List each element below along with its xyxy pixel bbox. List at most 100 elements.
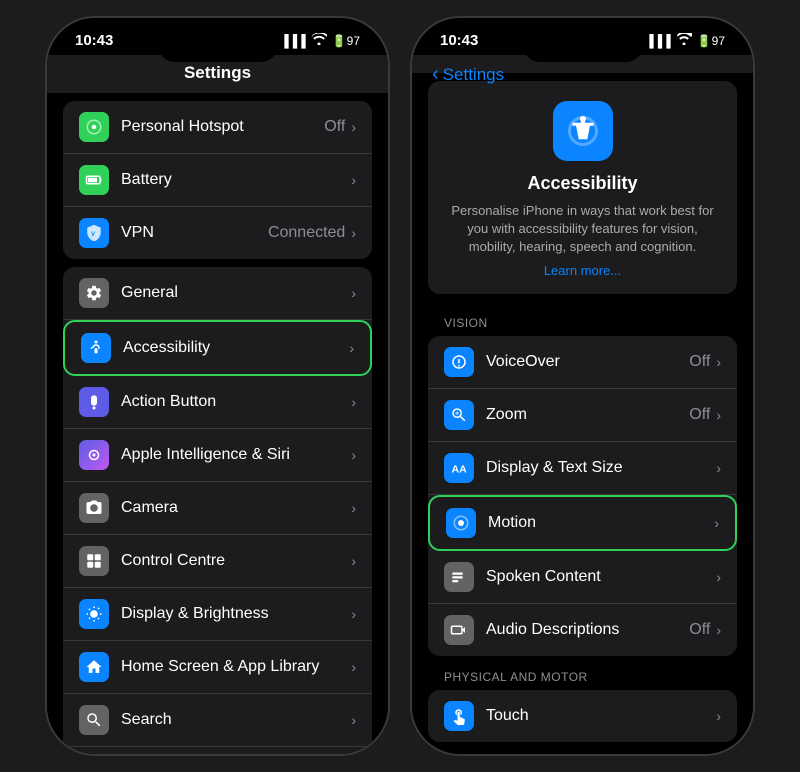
search-icon [79, 705, 109, 735]
display-text-size-chevron: › [716, 460, 721, 476]
back-chevron-icon: ‹ [432, 63, 439, 86]
home-screen-chevron: › [351, 659, 356, 675]
vpn-value: Connected [268, 224, 345, 242]
vpn-label: VPN [121, 224, 268, 242]
general-row[interactable]: General › [63, 267, 372, 320]
wifi-icon [311, 33, 327, 48]
action-button-label: Action Button [121, 393, 351, 411]
personal-hotspot-chevron: › [351, 119, 356, 135]
search-row[interactable]: Search › [63, 694, 372, 747]
general-chevron: › [351, 285, 356, 301]
personal-hotspot-row[interactable]: Personal Hotspot Off › [63, 101, 372, 154]
back-button[interactable]: ‹ Settings [432, 63, 504, 86]
scroll-content-right: Accessibility Personalise iPhone in ways… [412, 73, 753, 754]
audio-descriptions-value: Off [689, 621, 710, 639]
motion-row[interactable]: Motion › [428, 495, 737, 551]
camera-chevron: › [351, 500, 356, 516]
camera-row[interactable]: Camera › [63, 482, 372, 535]
control-centre-label: Control Centre [121, 552, 351, 570]
siri-row[interactable]: Apple Intelligence & Siri › [63, 429, 372, 482]
audio-descriptions-icon [444, 615, 474, 645]
camera-icon [79, 493, 109, 523]
touch-label: Touch [486, 707, 716, 725]
camera-label: Camera [121, 499, 351, 517]
accessibility-row[interactable]: Accessibility › [63, 320, 372, 376]
accessibility-description: Personalise iPhone in ways that work bes… [444, 202, 721, 257]
control-centre-row[interactable]: Control Centre › [63, 535, 372, 588]
main-settings-group: General › Accessibility › Action Button … [63, 267, 372, 754]
zoom-row[interactable]: Zoom Off › [428, 389, 737, 442]
svg-text:V: V [91, 232, 95, 238]
control-centre-chevron: › [351, 553, 356, 569]
dynamic-island-right [523, 28, 643, 62]
general-label: General [121, 284, 351, 302]
display-brightness-chevron: › [351, 606, 356, 622]
siri-label: Apple Intelligence & Siri [121, 446, 351, 464]
phone-right: 10:43 ▐▐▐ 🔋97 ‹ Settings [410, 16, 755, 756]
standby-row[interactable]: StandBy › [63, 747, 372, 754]
accessibility-page-title: Accessibility [527, 173, 637, 194]
status-icons-left: ▐▐▐ 🔋97 [280, 33, 360, 48]
home-screen-row[interactable]: Home Screen & App Library › [63, 641, 372, 694]
voiceover-row[interactable]: VoiceOver Off › [428, 336, 737, 389]
home-screen-label: Home Screen & App Library [121, 658, 351, 676]
accessibility-learn-more[interactable]: Learn more... [544, 263, 621, 278]
voiceover-chevron: › [716, 354, 721, 370]
status-icons-right: ▐▐▐ 🔋97 [645, 33, 725, 48]
status-time-right: 10:43 [440, 32, 478, 49]
home-screen-icon [79, 652, 109, 682]
siri-chevron: › [351, 447, 356, 463]
zoom-value: Off [689, 406, 710, 424]
scroll-content-left: Personal Hotspot Off › Battery › V VPN C… [47, 93, 388, 754]
display-text-size-row[interactable]: AA Display & Text Size › [428, 442, 737, 495]
zoom-icon [444, 400, 474, 430]
spoken-content-label: Spoken Content [486, 568, 716, 586]
search-chevron: › [351, 712, 356, 728]
action-button-row[interactable]: Action Button › [63, 376, 372, 429]
accessibility-header-card: Accessibility Personalise iPhone in ways… [428, 81, 737, 294]
vision-settings-group: VoiceOver Off › Zoom Off › AA Display & … [428, 336, 737, 656]
wifi-icon-right [676, 33, 692, 48]
battery-icon: 🔋97 [332, 34, 360, 48]
vpn-row[interactable]: V VPN Connected › [63, 207, 372, 259]
phone-left: 10:43 ▐▐▐ 🔋97 Settings Personal Hotspot … [45, 16, 390, 756]
signal-icon-right: ▐▐▐ [645, 34, 671, 48]
accessibility-icon [81, 333, 111, 363]
dynamic-island [158, 28, 278, 62]
status-time-left: 10:43 [75, 32, 113, 49]
personal-hotspot-value: Off [324, 118, 345, 136]
voiceover-value: Off [689, 353, 710, 371]
personal-hotspot-label: Personal Hotspot [121, 118, 324, 136]
general-icon [79, 278, 109, 308]
motion-label: Motion [488, 514, 714, 532]
accessibility-chevron: › [349, 340, 354, 356]
audio-descriptions-chevron: › [716, 622, 721, 638]
back-label[interactable]: Settings [443, 65, 504, 85]
accessibility-large-icon [553, 101, 613, 161]
display-brightness-icon [79, 599, 109, 629]
battery-row[interactable]: Battery › [63, 154, 372, 207]
display-brightness-row[interactable]: Display & Brightness › [63, 588, 372, 641]
display-text-size-label: Display & Text Size [486, 459, 716, 477]
touch-icon [444, 701, 474, 731]
zoom-chevron: › [716, 407, 721, 423]
search-label: Search [121, 711, 351, 729]
touch-row[interactable]: Touch › [428, 690, 737, 742]
battery-chevron: › [351, 172, 356, 188]
audio-descriptions-row[interactable]: Audio Descriptions Off › [428, 604, 737, 656]
battery-icon-right: 🔋97 [697, 34, 725, 48]
zoom-label: Zoom [486, 406, 689, 424]
voiceover-label: VoiceOver [486, 353, 689, 371]
vision-section-label: VISION [412, 310, 753, 336]
display-text-size-icon: AA [444, 453, 474, 483]
svg-text:AA: AA [452, 463, 468, 475]
siri-icon [79, 440, 109, 470]
motion-icon [446, 508, 476, 538]
settings-title: Settings [63, 63, 372, 83]
display-brightness-label: Display & Brightness [121, 605, 351, 623]
spoken-content-row[interactable]: Spoken Content › [428, 551, 737, 604]
spoken-content-chevron: › [716, 569, 721, 585]
battery-label: Battery [121, 171, 351, 189]
spoken-content-icon [444, 562, 474, 592]
hotspot-icon [79, 112, 109, 142]
